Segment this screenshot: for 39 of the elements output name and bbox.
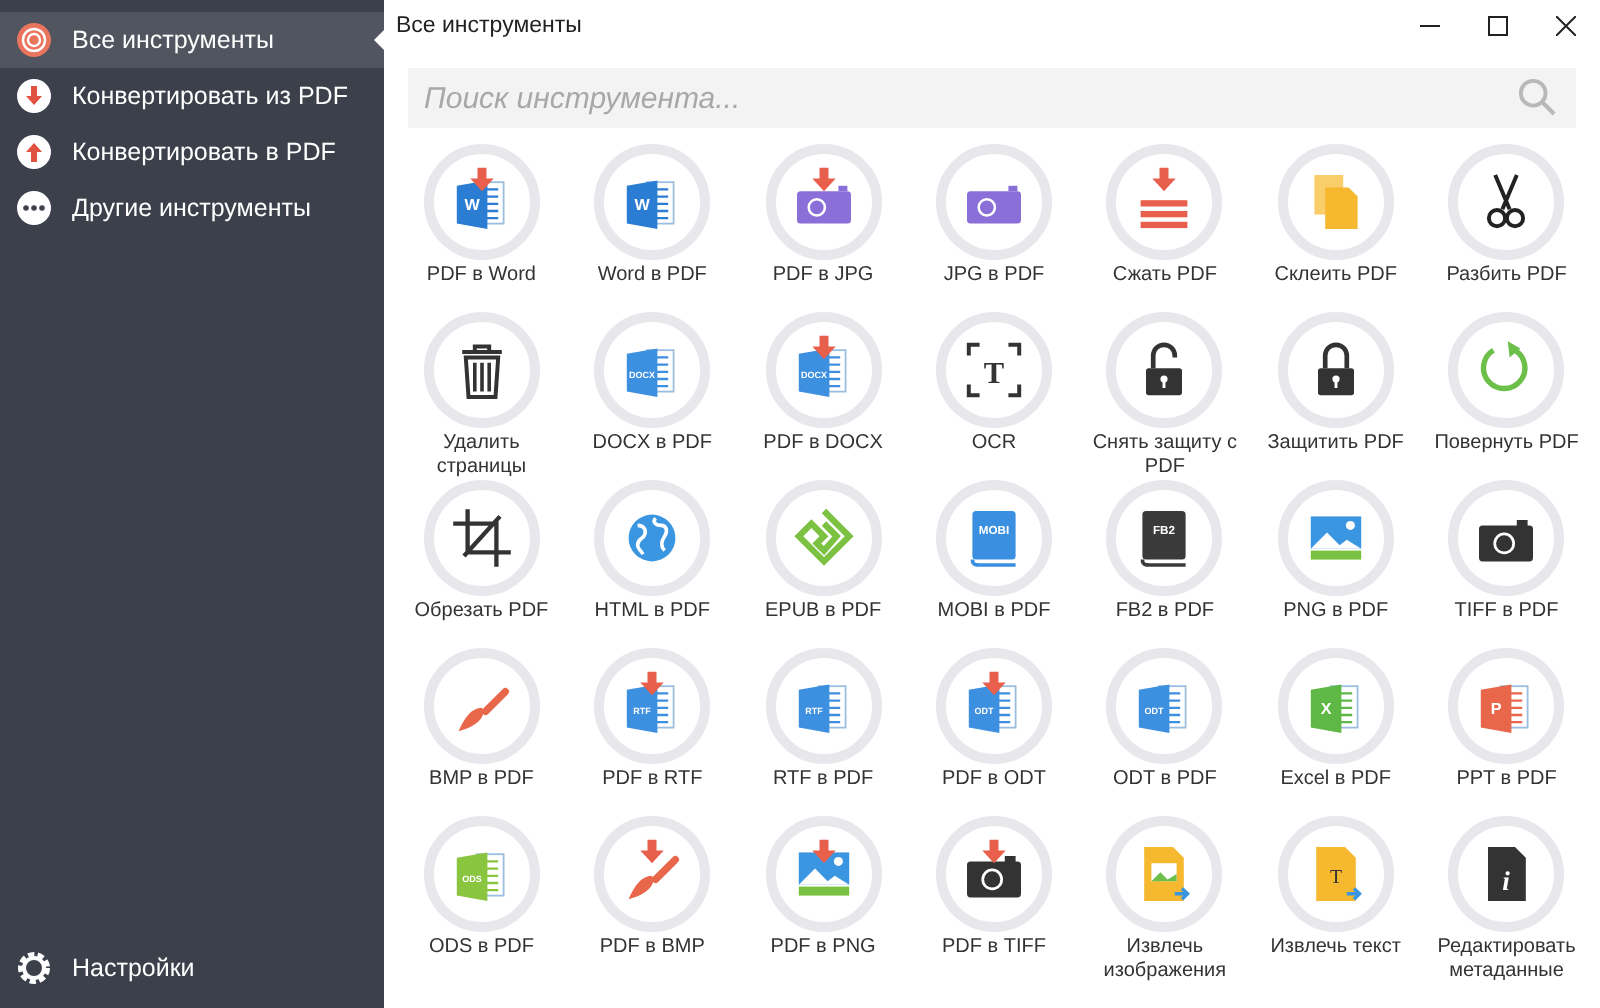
window-title: Все инструменты [396,13,582,37]
settings-item[interactable]: Настройки [0,936,384,1000]
target-icon [16,22,52,58]
tool-button[interactable]: Сжать PDF [1079,144,1251,312]
tool-button[interactable]: Склеить PDF [1250,144,1422,312]
settings-icon [16,950,52,986]
tool-button[interactable]: X Excel в PDF [1250,648,1422,816]
tool-button[interactable]: PNG в PDF [1250,480,1422,648]
tool-button[interactable]: Разбить PDF [1421,144,1592,312]
tool-button[interactable]: PDF в TIFF [908,816,1080,984]
tool-button[interactable]: JPG в PDF [908,144,1080,312]
tool-button[interactable]: BMP в PDF [396,648,567,816]
maximize-icon [1488,15,1508,35]
tool-button[interactable]: EPUB в PDF [737,480,909,648]
tool-button[interactable]: P PPT в PDF [1421,648,1592,816]
search-icon [1518,78,1556,116]
tool-button[interactable]: Снять защиту с PDF [1079,312,1251,480]
tool-button[interactable]: HTML в PDF [566,480,738,648]
tool-button[interactable]: Извлечь изображения [1079,816,1251,984]
tool-button[interactable]: Удалить страницы [396,312,567,480]
tool-button[interactable]: Обрезать PDF [396,480,567,648]
sidebar-item[interactable]: Конвертировать в PDF [0,124,384,180]
close-icon [1556,15,1576,35]
more-icon [16,190,52,226]
search-field[interactable]: Поиск инструмента... [408,68,1576,128]
tool-button[interactable]: Защитить PDF [1250,312,1422,480]
tool-button[interactable]: T Извлечь текст [1250,816,1422,984]
tool-button[interactable]: Повернуть PDF [1421,312,1592,480]
tool-button[interactable]: PDF в BMP [566,816,738,984]
tool-button[interactable]: W PDF в Word [396,144,567,312]
tool-button[interactable]: i Редактировать метаданные [1421,816,1592,984]
sidebar-item[interactable]: Все инструменты [0,12,384,68]
tool-button[interactable]: T OCR [908,312,1080,480]
tool-button[interactable]: PDF в JPG [737,144,909,312]
sidebar-item[interactable]: Конвертировать из PDF [0,68,384,124]
tool-button[interactable]: TIFF в PDF [1421,480,1592,648]
tool-button[interactable]: W Word в PDF [566,144,738,312]
sidebar-item[interactable]: Другие инструменты [0,180,384,236]
tool-button[interactable]: PDF в PNG [737,816,909,984]
